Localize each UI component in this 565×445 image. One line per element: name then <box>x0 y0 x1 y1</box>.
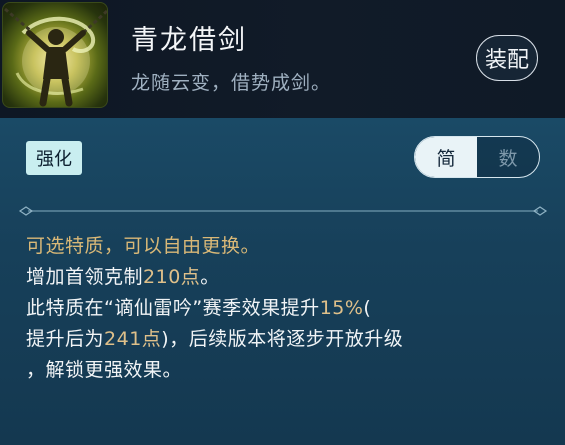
enhance-tab[interactable]: 强化 <box>26 141 82 175</box>
toggle-simple[interactable]: 简 <box>415 137 477 177</box>
desc-value: 241点 <box>104 328 162 350</box>
desc-text: 。 <box>200 266 220 288</box>
desc-text: 此特质在“谪仙雷吟”赛季效果提升 <box>26 297 320 319</box>
desc-line-upgrade: 提升后为241点)，后续版本将逐步开放升级 <box>26 324 556 355</box>
equip-button[interactable]: 装配 <box>476 35 538 81</box>
desc-line-season: 此特质在“谪仙雷吟”赛季效果提升15%( <box>26 293 556 324</box>
desc-text: )，后续版本将逐步开放升级 <box>161 328 404 350</box>
desc-line-boss: 增加首领克制210点。 <box>26 262 556 293</box>
desc-text: 提升后为 <box>26 328 105 350</box>
desc-text: ( <box>363 297 372 319</box>
view-mode-toggle[interactable]: 简 数 <box>414 136 540 178</box>
desc-line-unlock: ，解锁更强效果。 <box>26 359 183 381</box>
skill-tagline: 龙随云变，借势成剑。 <box>131 72 332 94</box>
desc-value: 210点 <box>143 266 201 288</box>
dragon-swordsman-icon <box>2 2 108 108</box>
ornament-divider <box>18 206 548 216</box>
desc-text: 增加首领克制 <box>26 266 144 288</box>
desc-value: 15% <box>319 297 364 319</box>
skill-header: 青龙借剑 龙随云变，借势成剑。 装配 <box>0 0 565 118</box>
desc-line-trait: 可选特质，可以自由更换。 <box>26 235 261 257</box>
skill-description: 可选特质，可以自由更换。 增加首领克制210点。 此特质在“谪仙雷吟”赛季效果提… <box>26 231 556 386</box>
toggle-numbers[interactable]: 数 <box>477 137 539 177</box>
skill-title: 青龙借剑 <box>131 25 247 56</box>
